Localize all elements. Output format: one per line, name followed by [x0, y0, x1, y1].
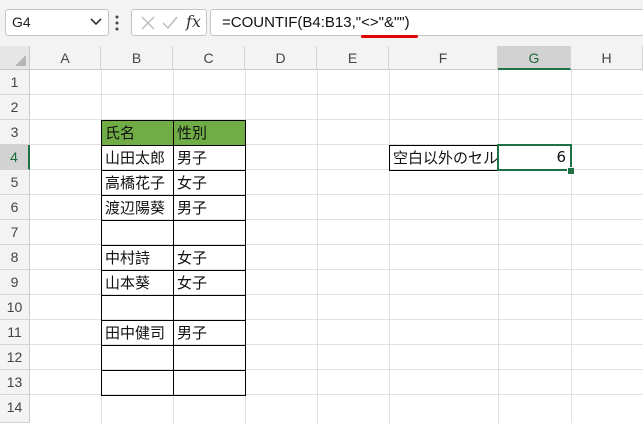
column-header-h[interactable]: H: [571, 46, 643, 70]
annotation-underline: [361, 35, 418, 38]
column-header-b[interactable]: B: [101, 46, 173, 70]
cell-c5[interactable]: 女子: [173, 170, 246, 196]
gridline: [317, 70, 318, 423]
cell-c3[interactable]: 性別: [173, 120, 246, 146]
cell-c4[interactable]: 男子: [173, 145, 246, 171]
row-header-6[interactable]: 6: [0, 195, 30, 220]
row-header-8[interactable]: 8: [0, 245, 30, 270]
row-header-10[interactable]: 10: [0, 295, 30, 320]
chevron-down-icon[interactable]: [87, 12, 105, 32]
more-options-icon[interactable]: [113, 13, 121, 33]
row-header-2[interactable]: 2: [0, 95, 30, 120]
row-header-12[interactable]: 12: [0, 345, 30, 370]
gridline: [571, 70, 572, 423]
row-header-4[interactable]: 4: [0, 145, 30, 170]
cell-b10[interactable]: [101, 295, 174, 321]
cell-b11[interactable]: 田中健司: [101, 320, 174, 346]
row-header-9[interactable]: 9: [0, 270, 30, 295]
cell-c6[interactable]: 男子: [173, 195, 246, 221]
insert-function-icon[interactable]: fx: [186, 12, 201, 31]
cancel-icon[interactable]: [139, 14, 157, 32]
cell-c10[interactable]: [173, 295, 246, 321]
column-header-d[interactable]: D: [245, 46, 317, 70]
row-header-3[interactable]: 3: [0, 120, 30, 145]
formula-buttons: fx: [131, 9, 207, 36]
column-header-e[interactable]: E: [317, 46, 389, 70]
spreadsheet-grid[interactable]: A B C D E F G H 1 2 3 4 5 6 7 8 9 10 11 …: [0, 46, 643, 423]
cell-b9[interactable]: 山本葵: [101, 270, 174, 296]
column-header-f[interactable]: F: [389, 46, 498, 70]
formula-input[interactable]: =COUNTIF(B4:B13,"<>"&""): [210, 9, 643, 36]
cell-b8[interactable]: 中村詩: [101, 245, 174, 271]
row-header-11[interactable]: 11: [0, 320, 30, 345]
formula-bar-area: G4 fx =COUNTIF(B4:B13,"<>"&""): [0, 0, 643, 46]
row-header-5[interactable]: 5: [0, 170, 30, 195]
check-icon[interactable]: [161, 14, 179, 32]
column-header-g[interactable]: G: [498, 46, 571, 70]
cell-c8[interactable]: 女子: [173, 245, 246, 271]
cell-c9[interactable]: 女子: [173, 270, 246, 296]
cell-b5[interactable]: 高橋花子: [101, 170, 174, 196]
cell-b13[interactable]: [101, 370, 174, 396]
row-header-14[interactable]: 14: [0, 395, 30, 423]
gridline: [389, 70, 390, 423]
gridline: [30, 94, 643, 95]
fill-handle[interactable]: [567, 167, 575, 175]
formula-text: =COUNTIF(B4:B13,"<>"&""): [222, 14, 410, 31]
cell-g4[interactable]: 6: [497, 144, 572, 171]
cell-b3[interactable]: 氏名: [101, 120, 174, 146]
cell-f4[interactable]: 空白以外のセル: [389, 145, 499, 171]
cell-c11[interactable]: 男子: [173, 320, 246, 346]
cell-b6[interactable]: 渡辺陽葵: [101, 195, 174, 221]
select-all-button[interactable]: [0, 46, 30, 70]
cell-b4[interactable]: 山田太郎: [101, 145, 174, 171]
name-box[interactable]: G4: [5, 9, 109, 36]
cell-b12[interactable]: [101, 345, 174, 371]
cell-b7[interactable]: [101, 220, 174, 246]
cell-c7[interactable]: [173, 220, 246, 246]
cell-c12[interactable]: [173, 345, 246, 371]
row-header-13[interactable]: 13: [0, 370, 30, 395]
row-header-1[interactable]: 1: [0, 70, 30, 95]
column-header-a[interactable]: A: [30, 46, 101, 70]
gridline: [498, 70, 499, 423]
cell-c13[interactable]: [173, 370, 246, 396]
column-header-c[interactable]: C: [173, 46, 245, 70]
name-box-value: G4: [12, 14, 31, 30]
row-header-7[interactable]: 7: [0, 220, 30, 245]
